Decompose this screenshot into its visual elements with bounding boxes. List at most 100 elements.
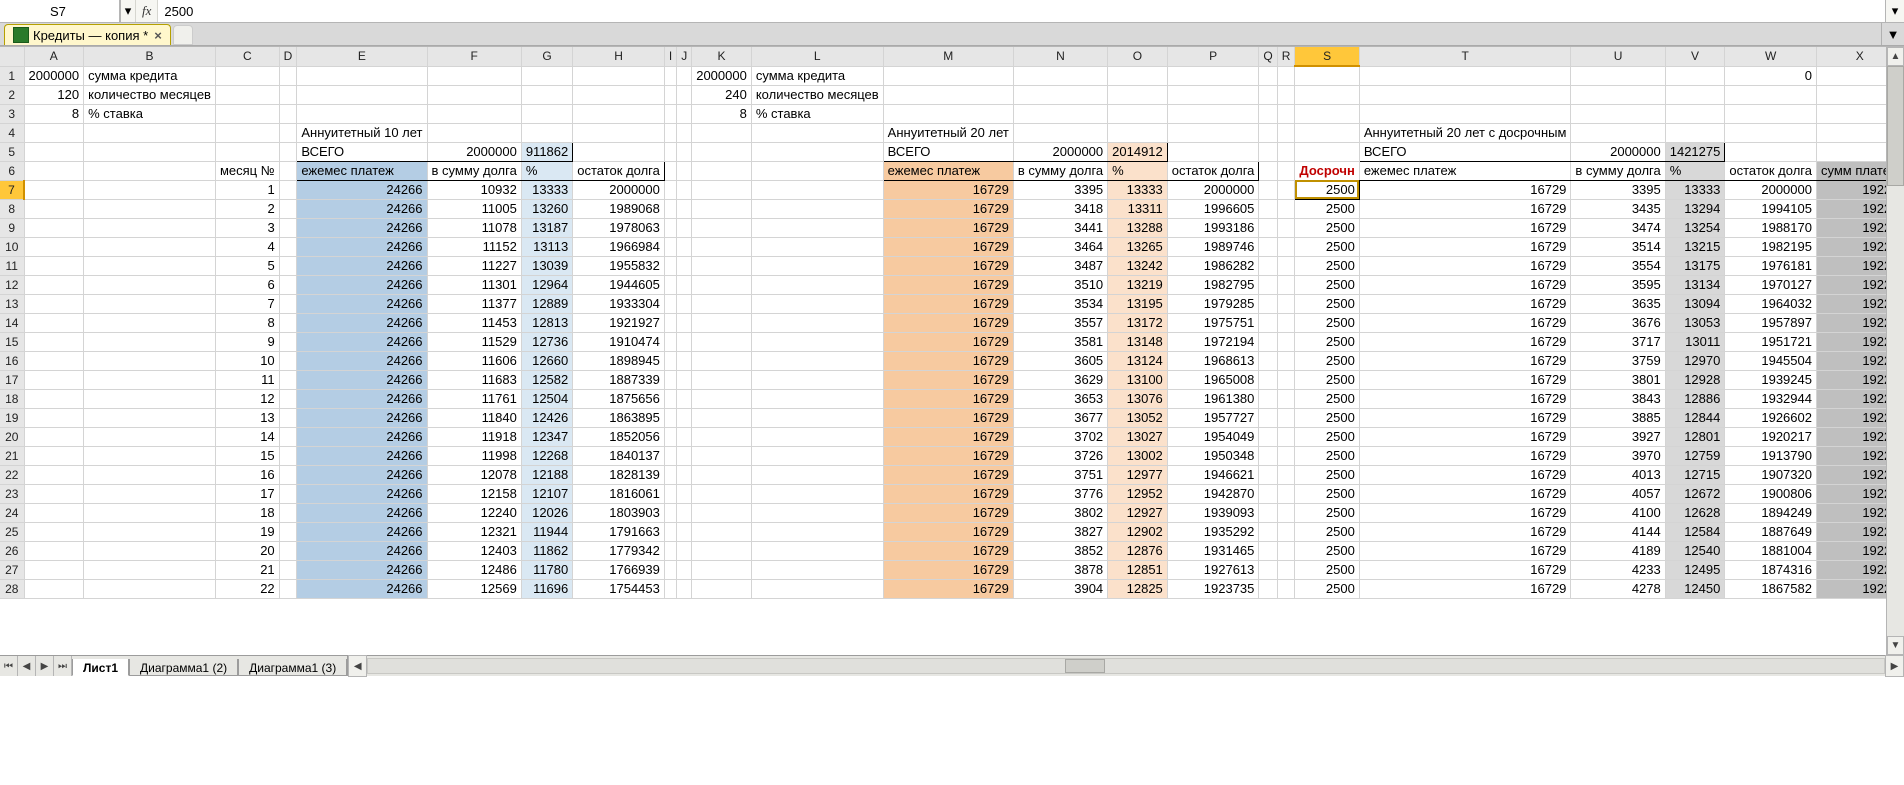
- cell-K8[interactable]: [692, 199, 752, 218]
- cell-M18[interactable]: 16729: [883, 389, 1013, 408]
- cell-E27[interactable]: 24266: [297, 560, 427, 579]
- cell-S17[interactable]: 2500: [1295, 370, 1359, 389]
- cell-G26[interactable]: 11862: [521, 541, 572, 560]
- row-header-27[interactable]: 27: [0, 560, 24, 579]
- cell-M16[interactable]: 16729: [883, 351, 1013, 370]
- cell-V10[interactable]: 13215: [1665, 237, 1725, 256]
- cell-M5[interactable]: ВСЕГО: [883, 142, 1013, 161]
- cell-V13[interactable]: 13094: [1665, 294, 1725, 313]
- row-header-11[interactable]: 11: [0, 256, 24, 275]
- cell-E13[interactable]: 24266: [297, 294, 427, 313]
- cell-U12[interactable]: 3595: [1571, 275, 1665, 294]
- cell-J18[interactable]: [677, 389, 692, 408]
- cell-L12[interactable]: [751, 275, 883, 294]
- cell-A28[interactable]: [24, 579, 84, 598]
- cell-U4[interactable]: [1571, 123, 1665, 142]
- cell-Q21[interactable]: [1259, 446, 1277, 465]
- cell-U22[interactable]: 4013: [1571, 465, 1665, 484]
- cell-B17[interactable]: [84, 370, 216, 389]
- cell-K14[interactable]: [692, 313, 752, 332]
- cell-V1[interactable]: [1665, 66, 1725, 85]
- cell-W9[interactable]: 1988170: [1725, 218, 1817, 237]
- col-header-D[interactable]: D: [279, 47, 297, 66]
- cell-C24[interactable]: 18: [215, 503, 279, 522]
- cell-F14[interactable]: 11453: [427, 313, 521, 332]
- cell-Q11[interactable]: [1259, 256, 1277, 275]
- cell-J3[interactable]: [677, 104, 692, 123]
- cell-N1[interactable]: [1013, 66, 1107, 85]
- cell-T11[interactable]: 16729: [1359, 256, 1571, 275]
- cell-D26[interactable]: [279, 541, 297, 560]
- cell-H2[interactable]: [573, 85, 665, 104]
- name-box[interactable]: S7: [0, 0, 120, 22]
- cell-V12[interactable]: 13134: [1665, 275, 1725, 294]
- cell-D27[interactable]: [279, 560, 297, 579]
- cell-P2[interactable]: [1167, 85, 1259, 104]
- cell-C15[interactable]: 9: [215, 332, 279, 351]
- cell-E7[interactable]: 24266: [297, 180, 427, 199]
- cell-K9[interactable]: [692, 218, 752, 237]
- cell-P21[interactable]: 1950348: [1167, 446, 1259, 465]
- cell-J19[interactable]: [677, 408, 692, 427]
- cell-R10[interactable]: [1277, 237, 1295, 256]
- cell-P27[interactable]: 1927613: [1167, 560, 1259, 579]
- cell-J2[interactable]: [677, 85, 692, 104]
- cell-W8[interactable]: 1994105: [1725, 199, 1817, 218]
- cell-P22[interactable]: 1946621: [1167, 465, 1259, 484]
- cell-K16[interactable]: [692, 351, 752, 370]
- cell-E4[interactable]: Аннуитетный 10 лет: [297, 123, 427, 142]
- cell-V21[interactable]: 12759: [1665, 446, 1725, 465]
- cell-W24[interactable]: 1894249: [1725, 503, 1817, 522]
- cell-D16[interactable]: [279, 351, 297, 370]
- cell-P16[interactable]: 1968613: [1167, 351, 1259, 370]
- cell-M8[interactable]: 16729: [883, 199, 1013, 218]
- cell-J20[interactable]: [677, 427, 692, 446]
- cell-T7[interactable]: 16729: [1359, 180, 1571, 199]
- cell-W4[interactable]: [1725, 123, 1817, 142]
- cell-G5[interactable]: 911862: [521, 142, 572, 161]
- cell-C21[interactable]: 15: [215, 446, 279, 465]
- cell-P28[interactable]: 1923735: [1167, 579, 1259, 598]
- cell-G14[interactable]: 12813: [521, 313, 572, 332]
- cell-E6[interactable]: ежемес платеж: [297, 161, 427, 180]
- scroll-down-icon[interactable]: ▼: [1887, 636, 1904, 655]
- cell-B15[interactable]: [84, 332, 216, 351]
- cell-O8[interactable]: 13311: [1108, 199, 1168, 218]
- cell-K19[interactable]: [692, 408, 752, 427]
- cell-S25[interactable]: 2500: [1295, 522, 1359, 541]
- cell-C19[interactable]: 13: [215, 408, 279, 427]
- cell-N15[interactable]: 3581: [1013, 332, 1107, 351]
- cell-P24[interactable]: 1939093: [1167, 503, 1259, 522]
- cell-I10[interactable]: [664, 237, 676, 256]
- cell-T5[interactable]: ВСЕГО: [1359, 142, 1571, 161]
- formula-input[interactable]: 2500: [158, 0, 1885, 22]
- cell-T22[interactable]: 16729: [1359, 465, 1571, 484]
- cell-G10[interactable]: 13113: [521, 237, 572, 256]
- cell-S18[interactable]: 2500: [1295, 389, 1359, 408]
- cell-N17[interactable]: 3629: [1013, 370, 1107, 389]
- cell-J25[interactable]: [677, 522, 692, 541]
- cell-C10[interactable]: 4: [215, 237, 279, 256]
- cell-K7[interactable]: [692, 180, 752, 199]
- scroll-track[interactable]: [367, 658, 1885, 674]
- cell-N14[interactable]: 3557: [1013, 313, 1107, 332]
- cell-S10[interactable]: 2500: [1295, 237, 1359, 256]
- cell-M26[interactable]: 16729: [883, 541, 1013, 560]
- cell-Q18[interactable]: [1259, 389, 1277, 408]
- cell-W20[interactable]: 1920217: [1725, 427, 1817, 446]
- cell-A13[interactable]: [24, 294, 84, 313]
- cell-O15[interactable]: 13148: [1108, 332, 1168, 351]
- cell-J4[interactable]: [677, 123, 692, 142]
- row-header-4[interactable]: 4: [0, 123, 24, 142]
- cell-I19[interactable]: [664, 408, 676, 427]
- cell-W19[interactable]: 1926602: [1725, 408, 1817, 427]
- cell-H4[interactable]: [573, 123, 665, 142]
- cell-G6[interactable]: %: [521, 161, 572, 180]
- cell-B5[interactable]: [84, 142, 216, 161]
- cell-H3[interactable]: [573, 104, 665, 123]
- cell-U9[interactable]: 3474: [1571, 218, 1665, 237]
- cell-H11[interactable]: 1955832: [573, 256, 665, 275]
- scroll-up-icon[interactable]: ▲: [1887, 47, 1904, 66]
- cell-R15[interactable]: [1277, 332, 1295, 351]
- cell-G4[interactable]: [521, 123, 572, 142]
